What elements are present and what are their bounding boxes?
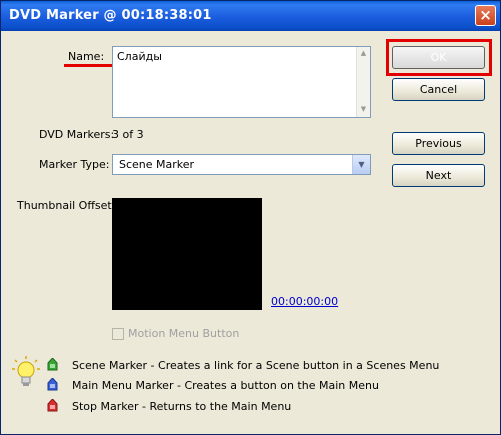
dvd-markers-label: DVD Markers:	[39, 128, 115, 141]
thumbnail-timecode-link[interactable]: 00:00:00:00	[271, 295, 338, 308]
cancel-button[interactable]: Cancel	[392, 78, 485, 101]
window-title: DVD Marker @ 00:18:38:01	[9, 8, 212, 23]
green-marker-icon	[47, 358, 58, 371]
lightbulb-icon	[12, 356, 40, 386]
dvd-marker-dialog: DVD Marker @ 00:18:38:01 × Name: Слайды …	[0, 0, 501, 435]
name-label: Name:	[68, 50, 105, 63]
main-menu-marker-legend: Main Menu Marker - Creates a button on t…	[72, 379, 379, 392]
marker-type-value: Scene Marker	[119, 158, 195, 171]
red-marker-icon	[47, 399, 58, 412]
title-bar[interactable]: DVD Marker @ 00:18:38:01 ×	[1, 1, 500, 31]
thumbnail-offset-label: Thumbnail Offset:	[17, 199, 116, 212]
name-field-value: Слайды	[117, 50, 162, 63]
marker-type-label: Marker Type:	[39, 158, 110, 171]
thumbnail-preview	[112, 198, 262, 310]
name-field[interactable]: Слайды ▲ ▼	[112, 46, 371, 118]
annotation-highlight-box	[386, 39, 492, 76]
scroll-down-icon[interactable]: ▼	[358, 104, 369, 115]
dropdown-button[interactable]: ▼	[352, 155, 370, 174]
next-button[interactable]: Next	[392, 164, 485, 187]
name-field-scrollbar[interactable]: ▲ ▼	[356, 47, 370, 117]
marker-type-select[interactable]: Scene Marker ▼	[112, 154, 371, 175]
scroll-up-icon[interactable]: ▲	[358, 48, 369, 59]
scene-marker-legend: Scene Marker - Creates a link for a Scen…	[72, 359, 440, 372]
close-icon: ×	[479, 6, 492, 24]
chevron-down-icon: ▼	[358, 160, 365, 169]
motion-menu-label: Motion Menu Button	[128, 327, 240, 340]
dvd-markers-value: 3 of 3	[112, 128, 144, 141]
motion-menu-checkbox[interactable]	[112, 328, 124, 340]
previous-button[interactable]: Previous	[392, 132, 485, 155]
stop-marker-legend: Stop Marker - Returns to the Main Menu	[72, 400, 292, 413]
close-button[interactable]: ×	[475, 5, 496, 26]
blue-marker-icon	[47, 378, 58, 391]
